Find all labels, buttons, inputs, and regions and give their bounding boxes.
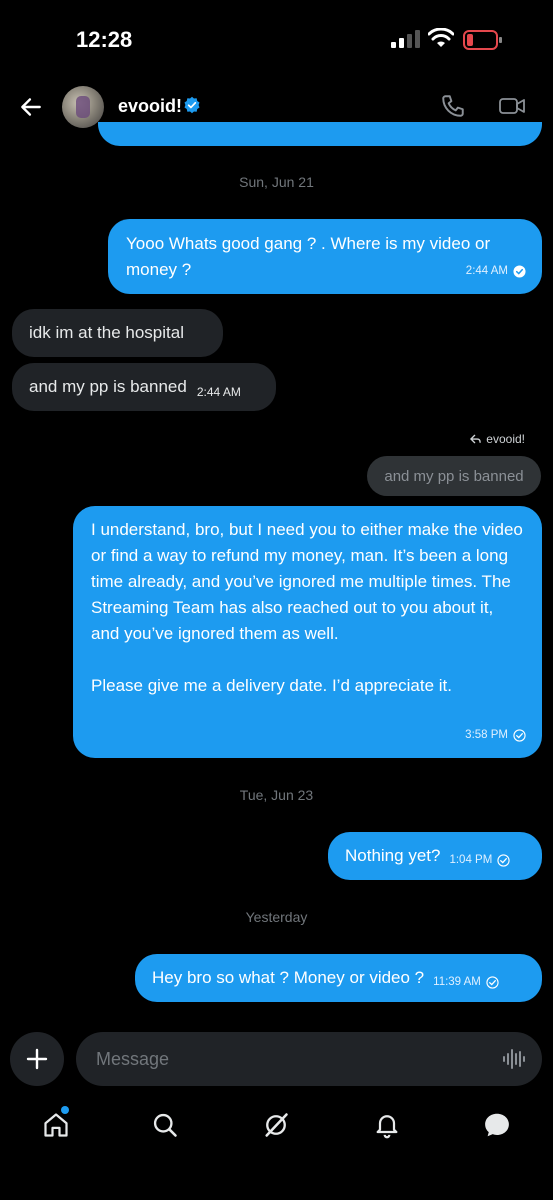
message-text: idk im at the hospital <box>29 323 184 342</box>
message-meta: 1:04 PM <box>449 847 510 873</box>
arrow-left-icon <box>21 98 41 116</box>
message-text: Nothing yet? <box>345 846 441 865</box>
cellular-signal-icon <box>391 30 420 48</box>
add-attachment-button[interactable] <box>10 1032 64 1086</box>
bottom-tab-bar <box>0 1098 553 1158</box>
back-button[interactable] <box>16 92 46 122</box>
message-input[interactable] <box>76 1032 542 1086</box>
reply-indicator: evooid! <box>470 432 525 446</box>
reply-arrow-icon <box>470 434 482 444</box>
message-bubble-incoming[interactable]: and my pp is banned 2:44 AM <box>12 363 276 411</box>
message-text: and my pp is banned <box>29 377 187 396</box>
message-time: 2:44 AM <box>465 265 508 277</box>
tab-grok[interactable] <box>261 1110 291 1140</box>
message-meta: 11:39 AM <box>433 969 499 995</box>
message-text: I understand, bro, but I need you to eit… <box>91 520 523 643</box>
date-separator: Tue, Jun 23 <box>239 787 314 803</box>
previous-message-bubble <box>98 122 542 146</box>
home-icon <box>44 1113 68 1137</box>
tab-home[interactable] <box>41 1110 71 1140</box>
date-separator: Sun, Jun 21 <box>239 174 314 190</box>
notifications-icon <box>376 1115 398 1139</box>
verified-badge-icon <box>184 96 200 114</box>
video-camera-icon[interactable] <box>498 94 526 118</box>
read-check-icon <box>513 264 526 278</box>
search-icon <box>153 1113 177 1137</box>
message-time: 1:04 PM <box>449 854 493 866</box>
tab-messages[interactable] <box>482 1110 512 1140</box>
status-time: 12:28 <box>76 27 133 52</box>
message-time: 2:44 AM <box>196 385 241 399</box>
voice-waveform-icon[interactable] <box>502 1047 526 1071</box>
status-bar: 12:28 <box>0 0 553 80</box>
message-bubble-outgoing[interactable]: Nothing yet? 1:04 PM <box>328 832 542 880</box>
message-time: 3:58 PM <box>465 729 508 741</box>
message-bubble-outgoing[interactable]: Hey bro so what ? Money or video ? 11:39… <box>135 954 542 1002</box>
message-text: Hey bro so what ? Money or video ? <box>152 968 425 987</box>
date-separator: Yesterday <box>245 909 308 925</box>
tab-notifications[interactable] <box>372 1110 402 1140</box>
sent-check-icon <box>513 728 526 742</box>
contact-name[interactable]: evooid! <box>118 96 182 117</box>
reply-to-name: evooid! <box>486 432 525 446</box>
message-bubble-incoming[interactable]: idk im at the hospital <box>12 309 223 357</box>
messages-icon <box>485 1113 509 1137</box>
message-meta: 2:44 AM <box>466 258 526 284</box>
sent-check-icon <box>486 975 499 989</box>
message-bubble-outgoing[interactable]: Yooo Whats good gang ? . Where is my vid… <box>108 219 542 294</box>
sent-check-icon <box>497 853 510 867</box>
message-meta: 3:58 PM <box>465 722 526 748</box>
plus-icon <box>26 1048 48 1070</box>
tab-search[interactable] <box>150 1110 180 1140</box>
quoted-message[interactable]: and my pp is banned <box>367 456 541 496</box>
message-time: 11:39 AM <box>433 976 481 988</box>
phone-icon[interactable] <box>440 93 466 119</box>
wifi-icon <box>428 28 454 47</box>
message-composer <box>0 1032 553 1088</box>
message-text: Please give me a delivery date. I’d appr… <box>91 676 452 695</box>
battery-icon <box>463 30 502 50</box>
grok-icon <box>265 1113 288 1137</box>
unread-dot <box>61 1106 69 1114</box>
message-bubble-outgoing[interactable]: I understand, bro, but I need you to eit… <box>73 506 542 758</box>
